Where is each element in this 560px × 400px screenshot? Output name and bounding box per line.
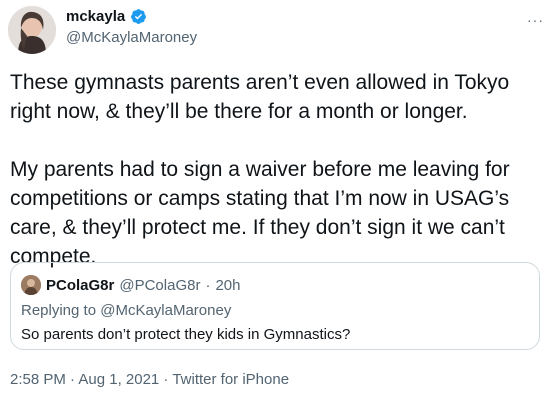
author-handle[interactable]: @McKaylaMaroney — [66, 29, 197, 46]
profile-avatar[interactable] — [8, 6, 56, 54]
replying-to-prefix: Replying to — [21, 302, 101, 319]
quote-replying-to: Replying to @McKaylaMaroney — [21, 302, 231, 319]
quote-header: PColaG8r @PColaG8r · 20h — [21, 275, 240, 295]
replying-to-mention[interactable]: @McKaylaMaroney — [100, 302, 231, 319]
quote-text: So parents don’t protect they kids in Gy… — [21, 326, 351, 343]
quote-handle[interactable]: @PColaG8r — [119, 277, 200, 294]
author-name-row[interactable]: mckayla — [66, 8, 147, 25]
quote-timestamp[interactable]: 20h — [215, 277, 240, 294]
tweet-meta[interactable]: 2:58 PM · Aug 1, 2021 · Twitter for iPho… — [10, 371, 289, 388]
quoted-tweet[interactable]: PColaG8r @PColaG8r · 20h Replying to @Mc… — [10, 262, 540, 350]
verified-badge-icon — [130, 8, 147, 25]
tweet-text: These gymnasts parents aren’t even allow… — [10, 71, 510, 268]
more-options-icon[interactable]: ··· — [527, 12, 544, 28]
author-display-name[interactable]: mckayla — [66, 8, 125, 25]
quote-profile-avatar[interactable] — [21, 275, 41, 295]
quote-display-name[interactable]: PColaG8r — [46, 277, 114, 294]
avatar-image — [8, 6, 56, 54]
quote-separator: · — [205, 276, 211, 294]
